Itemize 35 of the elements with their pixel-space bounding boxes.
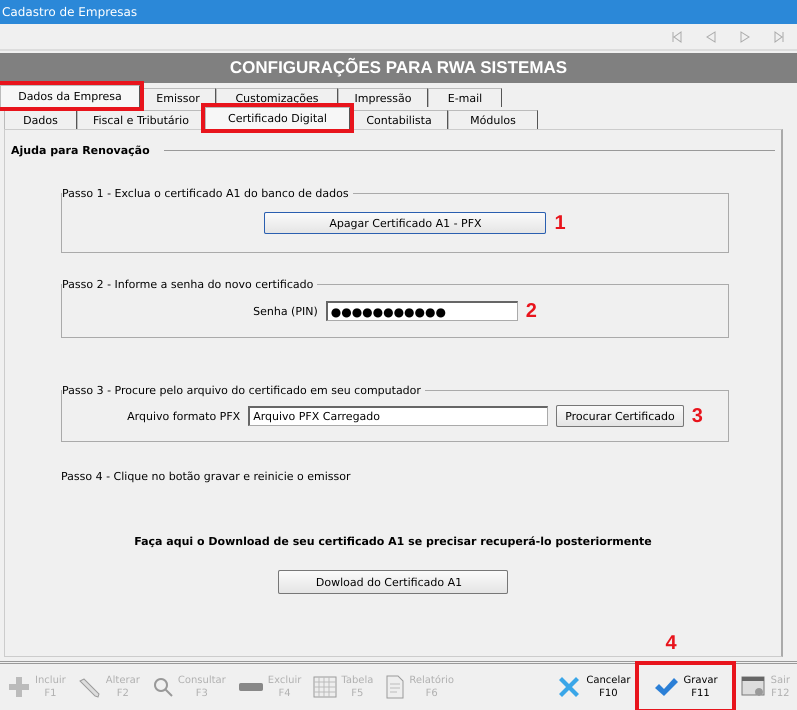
previous-icon[interactable]: [705, 30, 717, 42]
group-legend: Passo 3 - Procure pelo arquivo do certificado em seu computador: [62, 384, 425, 397]
document-icon: [385, 675, 406, 699]
file-field[interactable]: Arquivo PFX Carregado: [248, 406, 548, 426]
group-legend: Passo 1 - Exclua o certificado A1 do banco de dados: [62, 187, 353, 200]
step-text: Passo 4 - Clique no botão gravar e reinicie o emissor: [61, 470, 350, 483]
tab[interactable]: Módulos: [448, 110, 538, 129]
step-marker: 2: [526, 301, 537, 321]
password-field[interactable]: ●●●●●●●●●●●: [326, 301, 518, 321]
step-marker: 3: [692, 406, 703, 426]
group-legend: Passo 2 - Informe a senha do novo certificado: [62, 278, 318, 291]
plus-icon: [7, 675, 31, 699]
delete-certificate-button[interactable]: Apagar Certificado A1 - PFX: [264, 212, 546, 234]
download-button[interactable]: Dowload do Certificado A1: [278, 570, 508, 594]
window-icon: [740, 675, 767, 699]
first-record-icon[interactable]: [671, 30, 683, 42]
tab[interactable]: Impressão: [338, 88, 428, 107]
step-marker: 4: [665, 633, 677, 653]
table-icon: [313, 676, 338, 698]
toolbar-button[interactable]: Cancelar F10: [553, 665, 634, 709]
minus-icon: [238, 682, 264, 692]
check-icon: [653, 676, 680, 698]
last-record-icon[interactable]: [773, 30, 785, 42]
tab[interactable]: E-mail: [428, 88, 502, 107]
next-icon[interactable]: [739, 30, 751, 42]
download-note: Faça aqui o Download de seu certificado A1 se precisar recuperá-lo posteriormente: [134, 535, 652, 548]
window-title: Cadastro de Empresas: [2, 5, 138, 19]
tab[interactable]: Dados: [4, 110, 77, 129]
field-label: Arquivo formato PFX: [127, 410, 240, 422]
search-icon: [152, 676, 174, 698]
header-title: CONFIGURAÇÕES PARA RWA SISTEMAS: [230, 58, 568, 78]
browse-button[interactable]: Procurar Certificado: [556, 405, 684, 427]
field-label: Senha (PIN): [253, 304, 318, 318]
section-title: Ajuda para Renovação: [11, 144, 150, 157]
step-marker: 1: [554, 213, 566, 233]
